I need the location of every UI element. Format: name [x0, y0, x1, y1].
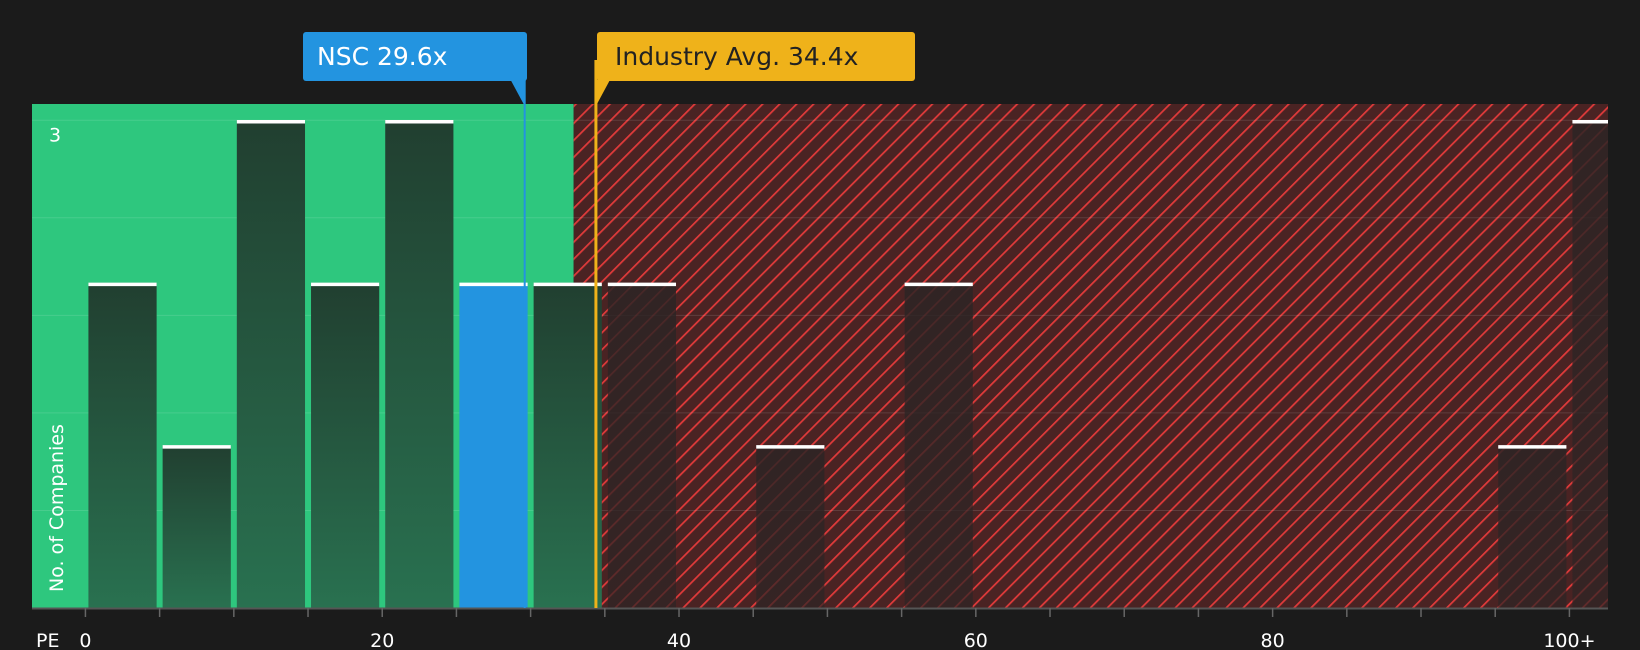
histogram-bar — [162, 445, 231, 608]
x-tick-label: 0 — [79, 630, 91, 650]
histogram-bar — [904, 282, 973, 608]
histogram-bar — [1572, 120, 1608, 609]
industry-callout-label: Industry Avg. 34.4x — [615, 42, 858, 71]
y-axis-label: No. of Companies — [46, 424, 68, 592]
pe-histogram-chart: 3 0 20 40 60 80 100+ NSC 29.6x Industry Avg. 3… — [32, 32, 1608, 650]
histogram-bar — [88, 282, 157, 608]
x-tick-label: 80 — [1261, 630, 1285, 650]
histogram-bar — [459, 282, 528, 608]
histogram-bar — [533, 282, 602, 608]
histogram-bar — [311, 282, 380, 608]
x-tick-label: 40 — [667, 630, 691, 650]
x-tick-label: 20 — [370, 630, 394, 650]
histogram-bar — [236, 120, 306, 609]
histogram-bar — [607, 282, 677, 608]
histogram-bar — [385, 120, 454, 609]
company-callout-pointer — [510, 80, 525, 106]
x-tick-label: 100+ — [1543, 630, 1595, 650]
x-axis: 0 20 40 60 80 100+ — [32, 607, 1608, 650]
histogram-bar — [1498, 445, 1567, 608]
overvalued-zone — [573, 104, 1608, 608]
histogram-bar — [756, 445, 825, 608]
company-callout-label: NSC 29.6x — [317, 42, 447, 71]
x-axis-label: PE — [36, 630, 59, 650]
y-tick-label: 3 — [49, 124, 61, 146]
x-tick-label: 60 — [964, 630, 988, 650]
industry-callout-pointer — [595, 80, 610, 106]
